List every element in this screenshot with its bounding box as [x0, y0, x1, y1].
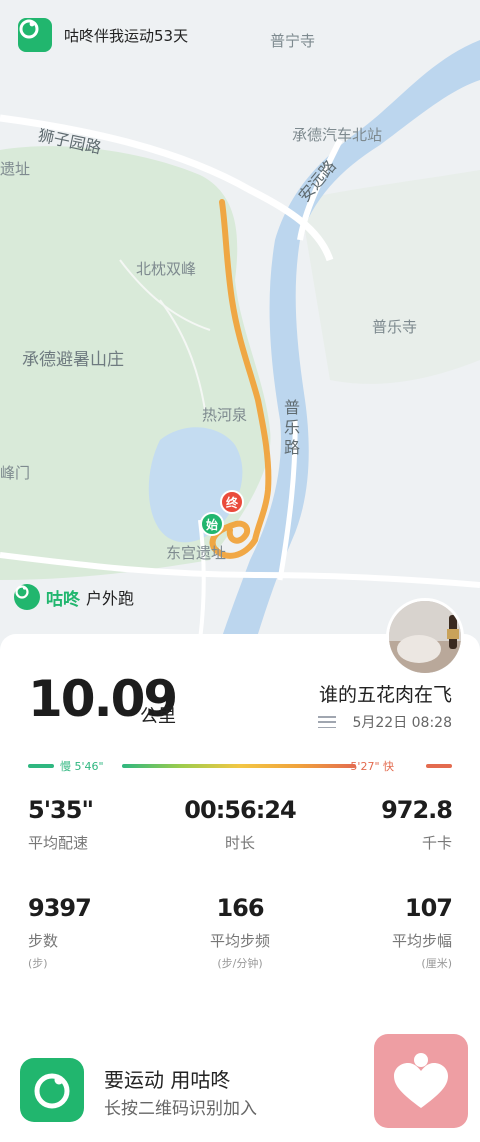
summary-card: 10.09 公里 谁的五花肉在飞 5月22日 08:28 慢 5'46" 5'2…	[0, 598, 480, 1142]
pace-slow-label: 慢 5'46"	[60, 760, 104, 773]
codoon-small-icon	[14, 584, 40, 610]
map-label-pule-road: 普乐路	[284, 398, 301, 457]
stat-stride-unit: (厘米)	[421, 957, 452, 970]
stat-steps-unit: (步)	[28, 957, 48, 970]
promo-subtitle: 长按二维码识别加入	[104, 1099, 257, 1119]
user-name: 谁的五花肉在飞	[318, 684, 452, 706]
stat-calories-label: 千卡	[421, 834, 452, 852]
distance-unit: 公里	[140, 706, 176, 727]
stat-cadence: 166 平均步频 (步/分钟)	[180, 894, 300, 971]
stat-avg-pace-value: 5'35"	[28, 796, 94, 824]
stat-duration-value: 00:56:24	[184, 796, 296, 824]
map-label-beizhen-peak: 北枕双峰	[136, 260, 197, 278]
stat-steps-value: 9397	[28, 894, 92, 922]
brand-streak-text: 咕咚伴我运动53天	[64, 26, 189, 45]
menu-lines-icon	[318, 716, 337, 728]
stat-stride: 107 平均步幅 (厘米)	[391, 894, 453, 971]
map-label-ruins: 遗址	[0, 160, 31, 178]
promo-title: 要运动 用咕咚	[104, 1068, 231, 1092]
route-start-marker: 始	[200, 512, 224, 536]
stat-avg-pace: 5'35" 平均配速	[28, 796, 94, 853]
stat-steps: 9397 步数 (步)	[28, 894, 92, 971]
sport-type-tag: 咕咚 户外跑	[14, 584, 134, 610]
map-label-puning-temple: 普宁寺	[270, 32, 316, 50]
stat-steps-label: 步数	[28, 932, 59, 950]
stat-duration: 00:56:24 时长	[180, 796, 300, 853]
pace-fast-label: 5'27" 快	[350, 760, 394, 773]
pace-slow-swatch	[28, 764, 54, 768]
stat-cadence-label: 平均步频	[209, 932, 270, 950]
stat-cadence-unit: (步/分钟)	[217, 957, 263, 970]
map-label-chengde-north-station: 承德汽车北站	[292, 126, 383, 144]
activity-datetime: 5月22日 08:28	[352, 715, 452, 731]
map-label-donggong-ruins: 东宫遗址	[166, 544, 227, 562]
sport-tag-app-name: 咕咚	[46, 589, 80, 610]
map-label-rehe-spring: 热河泉	[202, 406, 248, 424]
user-avatar[interactable]	[386, 598, 464, 676]
codoon-logo-icon	[18, 18, 52, 52]
stat-duration-label: 时长	[224, 834, 255, 852]
map-label-pule-temple: 普乐寺	[372, 318, 418, 336]
sport-tag-type: 户外跑	[86, 589, 135, 608]
qr-code-heart-icon[interactable]	[374, 1034, 468, 1128]
map-label-feng-gate: 峰门	[0, 464, 31, 482]
brand-bar: 咕咚伴我运动53天	[18, 18, 188, 52]
codoon-app-icon	[20, 1058, 84, 1122]
date-row: 5月22日 08:28	[318, 712, 452, 732]
stat-avg-pace-label: 平均配速	[28, 834, 89, 852]
stat-cadence-value: 166	[216, 894, 264, 922]
stat-stride-value: 107	[404, 894, 453, 922]
pace-gradient-bar	[122, 764, 356, 768]
stat-stride-label: 平均步幅	[391, 932, 452, 950]
route-map[interactable]: 普宁寺 狮子园路 承德汽车北站 安远路 遗址 北枕双峰 普乐寺 承德避暑山庄 热…	[0, 0, 480, 660]
map-label-mountain-resort: 承德避暑山庄	[22, 350, 124, 370]
route-end-marker: 终	[220, 490, 244, 514]
stat-calories: 972.8 千卡	[381, 796, 453, 853]
stat-calories-value: 972.8	[381, 796, 453, 824]
pace-fast-swatch	[426, 764, 452, 768]
